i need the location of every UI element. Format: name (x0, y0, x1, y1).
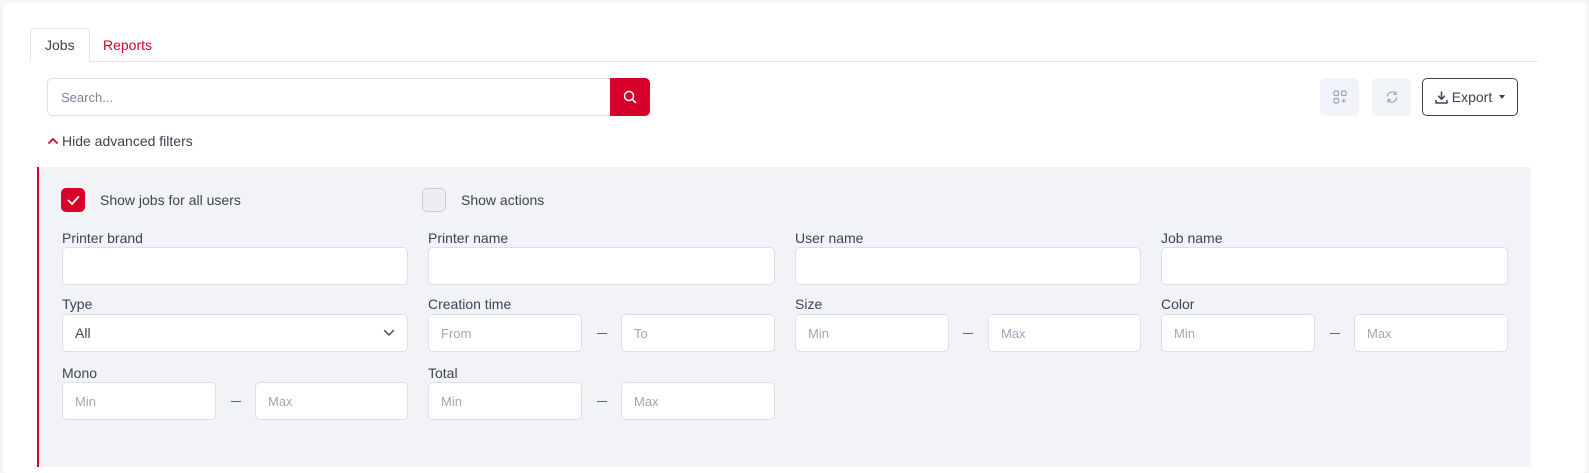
chevron-down-icon (383, 329, 395, 336)
range-dash (963, 333, 973, 334)
tab-reports[interactable]: Reports (88, 28, 167, 62)
show-actions-checkbox[interactable] (422, 188, 446, 212)
mono-min-input[interactable] (62, 382, 216, 420)
total-min-input[interactable] (428, 382, 582, 420)
job-name-label: Job name (1161, 230, 1223, 246)
check-icon (67, 195, 79, 205)
creation-time-to-input[interactable] (621, 314, 775, 352)
search-group (47, 78, 650, 116)
refresh-button[interactable] (1372, 78, 1411, 116)
type-selected-value: All (75, 325, 91, 341)
show-all-users-option: Show jobs for all users (61, 187, 241, 213)
show-actions-label: Show actions (461, 192, 545, 208)
printer-brand-label: Printer brand (62, 230, 143, 246)
user-name-input[interactable] (795, 247, 1141, 285)
search-input[interactable] (47, 78, 611, 116)
show-all-users-label: Show jobs for all users (100, 192, 241, 208)
export-button[interactable]: Export (1422, 78, 1518, 116)
show-actions-option: Show actions (422, 187, 544, 213)
color-min-input[interactable] (1161, 314, 1315, 352)
creation-time-from-input[interactable] (428, 314, 582, 352)
color-max-input[interactable] (1354, 314, 1508, 352)
download-icon (1435, 90, 1448, 104)
mono-max-input[interactable] (255, 382, 408, 420)
size-label: Size (795, 296, 823, 312)
printer-brand-input[interactable] (62, 247, 408, 285)
search-icon (623, 90, 637, 104)
range-dash (597, 333, 607, 334)
range-dash (1330, 333, 1340, 334)
creation-time-label: Creation time (428, 296, 512, 312)
show-all-users-checkbox[interactable] (61, 188, 85, 212)
caret-down-icon (1499, 95, 1506, 99)
printer-name-label: Printer name (428, 230, 509, 246)
total-max-input[interactable] (621, 382, 775, 420)
job-name-input[interactable] (1161, 247, 1508, 285)
range-dash (231, 401, 241, 402)
type-label: Type (62, 296, 93, 312)
chevron-up-icon (48, 138, 58, 144)
hide-filters-label: Hide advanced filters (62, 133, 193, 149)
size-max-input[interactable] (988, 314, 1141, 352)
tab-jobs[interactable]: Jobs (30, 28, 90, 62)
color-label: Color (1161, 296, 1195, 312)
printer-name-input[interactable] (428, 247, 775, 285)
user-name-label: User name (795, 230, 864, 246)
tab-bar: Jobs Reports (30, 28, 1538, 62)
grid-add-icon (1332, 90, 1347, 104)
total-label: Total (428, 365, 458, 381)
search-button[interactable] (610, 78, 650, 116)
type-select[interactable]: All (62, 314, 408, 352)
columns-button[interactable] (1320, 78, 1359, 116)
range-dash (597, 401, 607, 402)
refresh-icon (1386, 91, 1397, 103)
hide-filters-toggle[interactable]: Hide advanced filters (47, 132, 193, 150)
mono-label: Mono (62, 365, 98, 381)
export-label: Export (1451, 89, 1493, 105)
size-min-input[interactable] (795, 314, 949, 352)
